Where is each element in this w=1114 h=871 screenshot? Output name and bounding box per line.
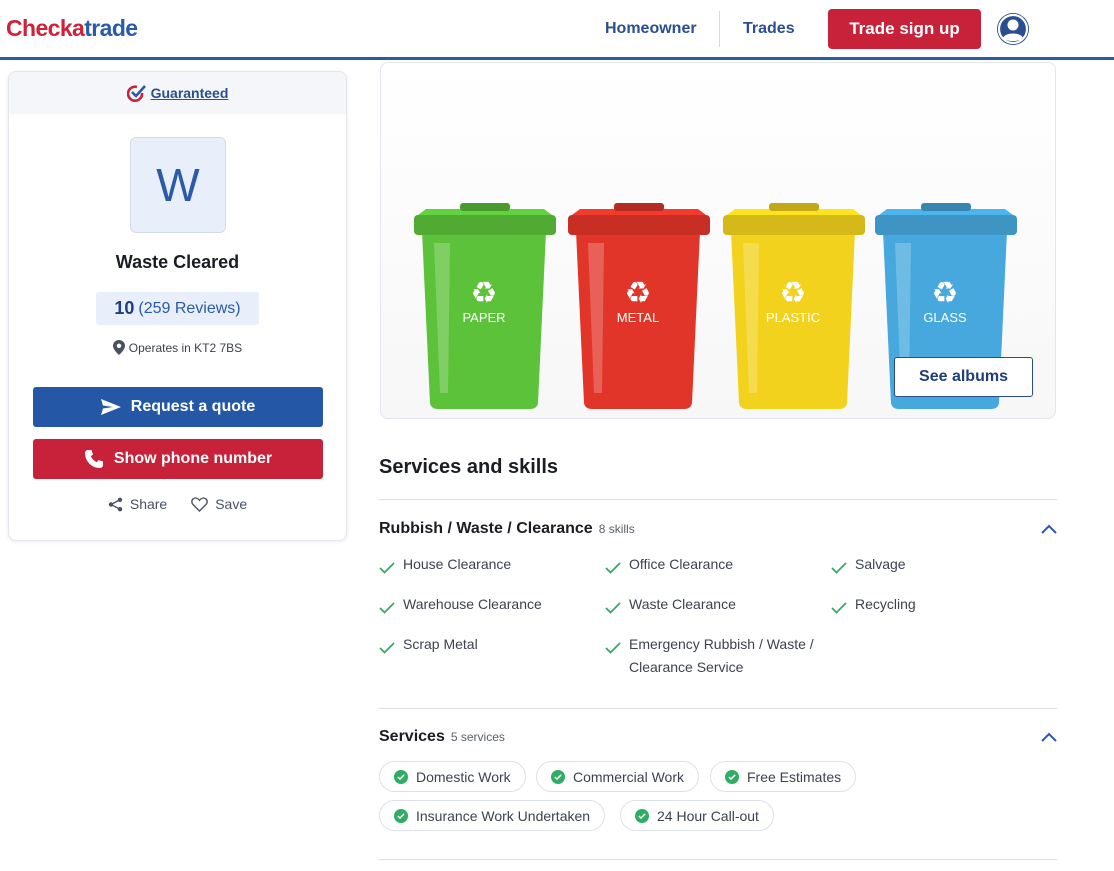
check-circle-icon [551,769,565,784]
logo-text-a: a [72,15,85,41]
logo-text-trade: trade [84,15,138,41]
check-icon [831,562,847,574]
phone-icon [84,450,103,468]
check-circle-icon [635,808,649,823]
skills-group-title: Rubbish / Waste / Clearance [379,520,593,537]
services-group-header[interactable]: Services 5 services [379,728,505,746]
chevron-up-icon[interactable] [1040,731,1058,743]
skill-label: Scrap Metal [403,636,478,652]
rating-score: 10 [114,298,135,318]
bin-label: METAL [617,310,659,325]
recycle-icon: ♻ [625,276,652,311]
service-label: Insurance Work Undertaken [416,807,591,824]
see-albums-button[interactable]: See albums [894,357,1033,397]
skills-group-header[interactable]: Rubbish / Waste / Clearance 8 skills [379,520,635,538]
divider [379,708,1057,709]
skills-group-count: 8 skills [598,522,635,536]
show-phone-button[interactable]: Show phone number [33,439,323,479]
bin-label: PLASTIC [766,310,820,325]
nav-divider [719,11,720,47]
service-pill: 24 Hour Call-out [620,800,774,831]
recycle-icon: ♻ [932,276,959,311]
bin-label: PAPER [462,310,505,325]
guaranteed-banner: Guaranteed [9,72,346,114]
check-icon [605,602,621,614]
skill-item: Warehouse Clearance [379,593,589,621]
skill-item: House Clearance [379,553,589,581]
skill-label: Emergency Rubbish / Waste / Clearance Se… [629,636,814,675]
share-button[interactable]: Share [108,496,167,512]
business-avatar: W [130,137,226,233]
nav-homeowner[interactable]: Homeowner [605,20,697,38]
skill-item: Waste Clearance [605,593,825,621]
recycle-icon: ♻ [471,276,498,311]
logo-text-check: Check [6,15,73,41]
share-icon [108,497,123,511]
trade-signup-button[interactable]: Trade sign up [828,9,981,49]
services-section-title: Services and skills [379,456,559,478]
service-label: Free Estimates [747,768,842,785]
bin-label: GLASS [923,310,967,325]
share-label: Share [129,496,168,512]
send-icon [100,399,121,415]
chevron-up-icon[interactable] [1040,523,1058,535]
guaranteed-link[interactable]: Guaranteed [151,85,229,101]
skill-item: Emergency Rubbish / Waste / Clearance Se… [605,633,825,679]
skill-item: Scrap Metal [379,633,589,661]
guaranteed-check-icon [126,85,146,102]
recycling-bin: ♻METAL [568,203,710,409]
service-label: Domestic Work [416,768,511,785]
location-line: Operates in KT2 7BS [9,340,346,355]
request-quote-button[interactable]: Request a quote [33,387,323,427]
profile-card: Guaranteed W Waste Cleared 10 (259 Revie… [8,71,347,541]
skill-label: Warehouse Clearance [403,596,542,612]
service-label: Commercial Work [573,768,684,785]
recycle-icon: ♻ [780,276,807,311]
skill-label: Recycling [855,596,916,612]
check-icon [379,642,395,654]
show-phone-label: Show phone number [113,450,273,467]
reviews-link[interactable]: (259 Reviews) [138,300,240,318]
skill-label: Salvage [855,556,906,572]
service-label: 24 Hour Call-out [657,807,759,824]
request-quote-label: Request a quote [130,398,256,415]
nav-trades[interactable]: Trades [743,20,795,38]
save-button[interactable]: Save [191,496,247,512]
check-icon [605,642,621,654]
checkatrade-logo[interactable]: Checkatrade [6,15,138,42]
check-icon [379,562,395,574]
services-group-count: 5 services [450,730,505,744]
skill-item: Recycling [831,593,1041,621]
service-pill: Free Estimates [710,761,857,792]
save-label: Save [215,496,248,512]
skill-item: Office Clearance [605,553,825,581]
skill-item: Salvage [831,553,1041,581]
divider [379,859,1057,860]
share-save-row: Share Save [9,496,346,512]
account-icon[interactable] [996,12,1030,46]
recycling-bin: ♻PLASTIC [723,203,865,409]
recycling-bin: ♻PAPER [414,203,556,409]
check-circle-icon [725,769,739,784]
check-icon [379,602,395,614]
check-circle-icon [394,769,408,784]
rating-badge[interactable]: 10 (259 Reviews) [96,292,259,325]
site-header: Checkatrade Homeowner Trades Trade sign … [0,0,1114,60]
service-pill: Insurance Work Undertaken [379,800,606,831]
service-pill: Domestic Work [379,761,526,792]
check-icon [605,562,621,574]
service-pill: Commercial Work [536,761,699,792]
services-group-title: Services [379,728,445,745]
skill-label: Office Clearance [629,556,734,572]
skill-label: House Clearance [403,556,512,572]
check-circle-icon [394,808,408,823]
business-name: Waste Cleared [115,252,240,272]
location-text: Operates in KT2 7BS [128,340,243,355]
map-pin-icon [112,340,125,355]
divider [379,499,1057,500]
skill-label: Waste Clearance [629,596,736,612]
check-icon [831,602,847,614]
heart-icon [191,496,209,512]
